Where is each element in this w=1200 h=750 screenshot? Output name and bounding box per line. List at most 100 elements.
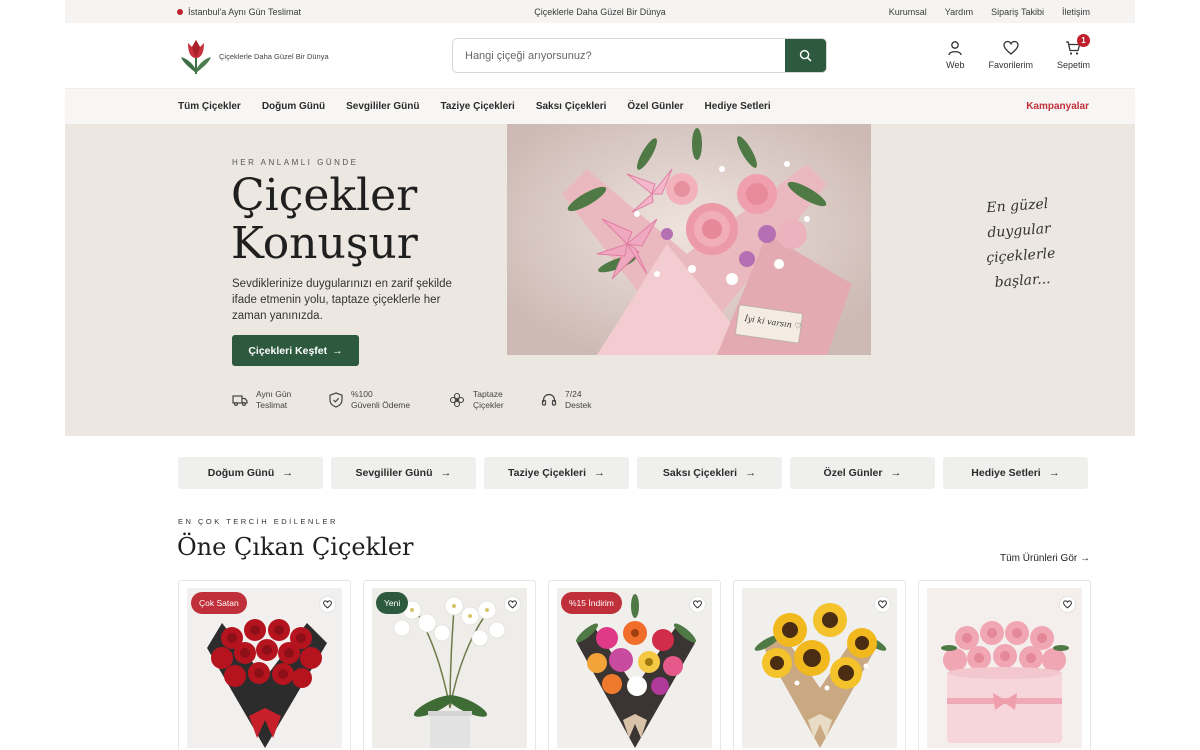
category-dogum-gunu[interactable]: Doğum Günü → [178,457,323,489]
product-grid: Çok Satan Yeni %15 İndirim [178,580,1091,750]
arrow-right-icon: → [594,467,606,479]
top-bar: Çiçeklerle Daha Güzel Bir Dünya İstanbul… [65,0,1135,23]
hero-banner: HER ANLAMLI GÜNDE Çiçekler Konuşur Sevdi… [65,124,1135,436]
search-bar [452,38,827,73]
category-chips: Doğum Günü → Sevgililer Günü → Taziye Çiçe… [178,457,1088,489]
product-card[interactable]: %15 İndirim [548,580,721,750]
feature-same-day-l1: Aynı Gün [256,389,292,399]
feature-support-l1: 7/24 [565,389,582,399]
arrow-right-icon: → [1048,467,1060,479]
category-ozel-gunler[interactable]: Özel Günler → [790,457,935,489]
main-nav: Tüm Çiçekler Doğum Günü Sevgililer Günü … [65,88,1135,124]
link-siparis-takibi[interactable]: Sipariş Takibi [991,7,1044,17]
hero-eyebrow: HER ANLAMLI GÜNDE [232,158,359,167]
category-label: Sevgililer Günü [355,467,433,479]
nav-item-ozel-gunler[interactable]: Özel Günler [627,101,683,112]
category-label: Hediye Setleri [971,467,1041,479]
favorite-heart-icon[interactable] [874,596,891,613]
nav-item-kampanyalar[interactable]: Kampanyalar [1026,101,1089,112]
product-card[interactable] [918,580,1091,750]
arrow-right-icon: → [745,467,757,479]
product-badge: Yeni [376,592,409,614]
arrow-right-icon: → [282,467,294,479]
cart-button[interactable]: Sepetim 1 [1056,34,1090,70]
category-hediye-setleri[interactable]: Hediye Setleri → [943,457,1088,489]
hero-script-text: En güzel duygular çiçeklerle başlar... [972,191,1069,297]
product-badge: Çok Satan [191,592,247,614]
search-icon [799,49,812,62]
shield-icon [329,392,343,408]
nav-item-hediye-setleri[interactable]: Hediye Setleri [705,101,771,112]
favorite-heart-icon[interactable] [689,596,706,613]
category-label: Taziye Çiçekleri [507,467,587,479]
feature-secure-l1: %100 [351,389,373,399]
feature-same-day-l2: Teslimat [256,400,288,410]
hero-title-line1: Çiçekler [231,170,418,221]
product-image-pink-rose-box [927,588,1082,748]
account-label: Web [946,60,965,70]
cart-label: Sepetim [1056,60,1090,70]
hero-title-line2: Konuşur [231,218,418,269]
category-label: Özel Günler [823,467,883,479]
delivery-note: İstanbul'a Aynı Gün Teslimat [177,7,301,17]
page: Çiçeklerle Daha Güzel Bir Dünya İstanbul… [65,0,1135,750]
view-all-products-link[interactable]: Tüm Ürünleri Gör → [1000,553,1090,564]
arrow-right-icon: → [890,467,902,479]
headset-icon [541,393,557,406]
nav-item-dogum-gunu[interactable]: Doğum Günü [262,101,325,112]
feature-support: 7/24 Destek [541,389,638,411]
product-card[interactable]: Yeni [363,580,536,750]
category-label: Saksı Çiçekleri [662,467,738,479]
link-kurumsal[interactable]: Kurumsal [889,7,927,17]
search-input[interactable] [453,39,786,72]
favorite-heart-icon[interactable] [504,596,521,613]
header-actions: Web Favorilerim Sepetim 1 [946,34,1090,70]
favorite-heart-icon[interactable] [1059,596,1076,613]
category-saksi-cicekleri[interactable]: Saksı Çiçekleri → [637,457,782,489]
feature-fresh-l2: Çiçekler [473,400,504,410]
explore-flowers-button[interactable]: Çiçekleri Keşfet → [232,335,359,366]
truck-icon [232,395,248,407]
nav-item-sevgililer-gunu[interactable]: Sevgililer Günü [346,101,419,112]
hero-title: Çiçekler Konuşur [231,172,511,268]
product-card[interactable] [733,580,906,750]
feature-secure-payment: %100 Güvenli Ödeme [329,389,449,411]
arrow-right-icon: → [332,344,343,357]
arrow-right-icon: → [440,467,452,479]
favorites-label: Favorilerim [988,60,1033,70]
cart-count-badge: 1 [1077,34,1090,47]
favorite-heart-icon[interactable] [319,596,336,613]
nav-item-tum-cicekler[interactable]: Tüm Çiçekler [178,101,241,112]
logo-tagline: Çiçeklerle Daha Güzel Bir Dünya [219,51,329,61]
header: Çiçeklerle Daha Güzel Bir Dünya Web [65,23,1135,88]
flower-icon [449,392,465,408]
feature-same-day: Aynı Gün Teslimat [232,389,329,411]
explore-flowers-label: Çiçekleri Keşfet [248,344,328,357]
category-label: Doğum Günü [207,467,275,479]
user-icon [948,41,962,56]
favorites-button[interactable]: Favorilerim [988,40,1033,70]
hero-description: Sevdiklerinize duygularınızı en zarif şe… [232,278,452,322]
search-button[interactable] [785,39,826,72]
nav-item-taziye-cicekleri[interactable]: Taziye Çiçekleri [441,101,515,112]
feature-secure-l2: Güvenli Ödeme [351,400,411,410]
featured-title: Öne Çıkan Çiçekler [177,533,414,561]
account-button[interactable]: Web [946,40,964,70]
logo[interactable]: Çiçeklerle Daha Güzel Bir Dünya [179,37,329,75]
category-sevgililer-gunu[interactable]: Sevgililer Günü → [331,457,476,489]
category-taziye-cicekleri[interactable]: Taziye Çiçekleri → [484,457,629,489]
nav-item-saksi-cicekleri[interactable]: Saksı Çiçekleri [536,101,607,112]
link-iletisim[interactable]: İletişim [1062,7,1090,17]
link-yardim[interactable]: Yardım [945,7,973,17]
tulip-logo-icon [181,40,211,74]
red-dot-icon [177,9,183,15]
product-badge: %15 İndirim [561,592,622,614]
product-image-sunflowers [742,588,897,748]
nav-items: Tüm Çiçekler Doğum Günü Sevgililer Günü … [178,101,771,112]
hero-features: Aynı Gün Teslimat %100 Güvenli Ödeme Tapta… [232,389,638,411]
feature-fresh-l1: Taptaze [473,389,503,399]
hero-bouquet-image: İyi ki varsın ♡ [507,124,871,355]
product-card[interactable]: Çok Satan [178,580,351,750]
featured-eyebrow: EN ÇOK TERCİH EDİLENLER [178,517,338,526]
bouquet-illustration [507,124,871,355]
